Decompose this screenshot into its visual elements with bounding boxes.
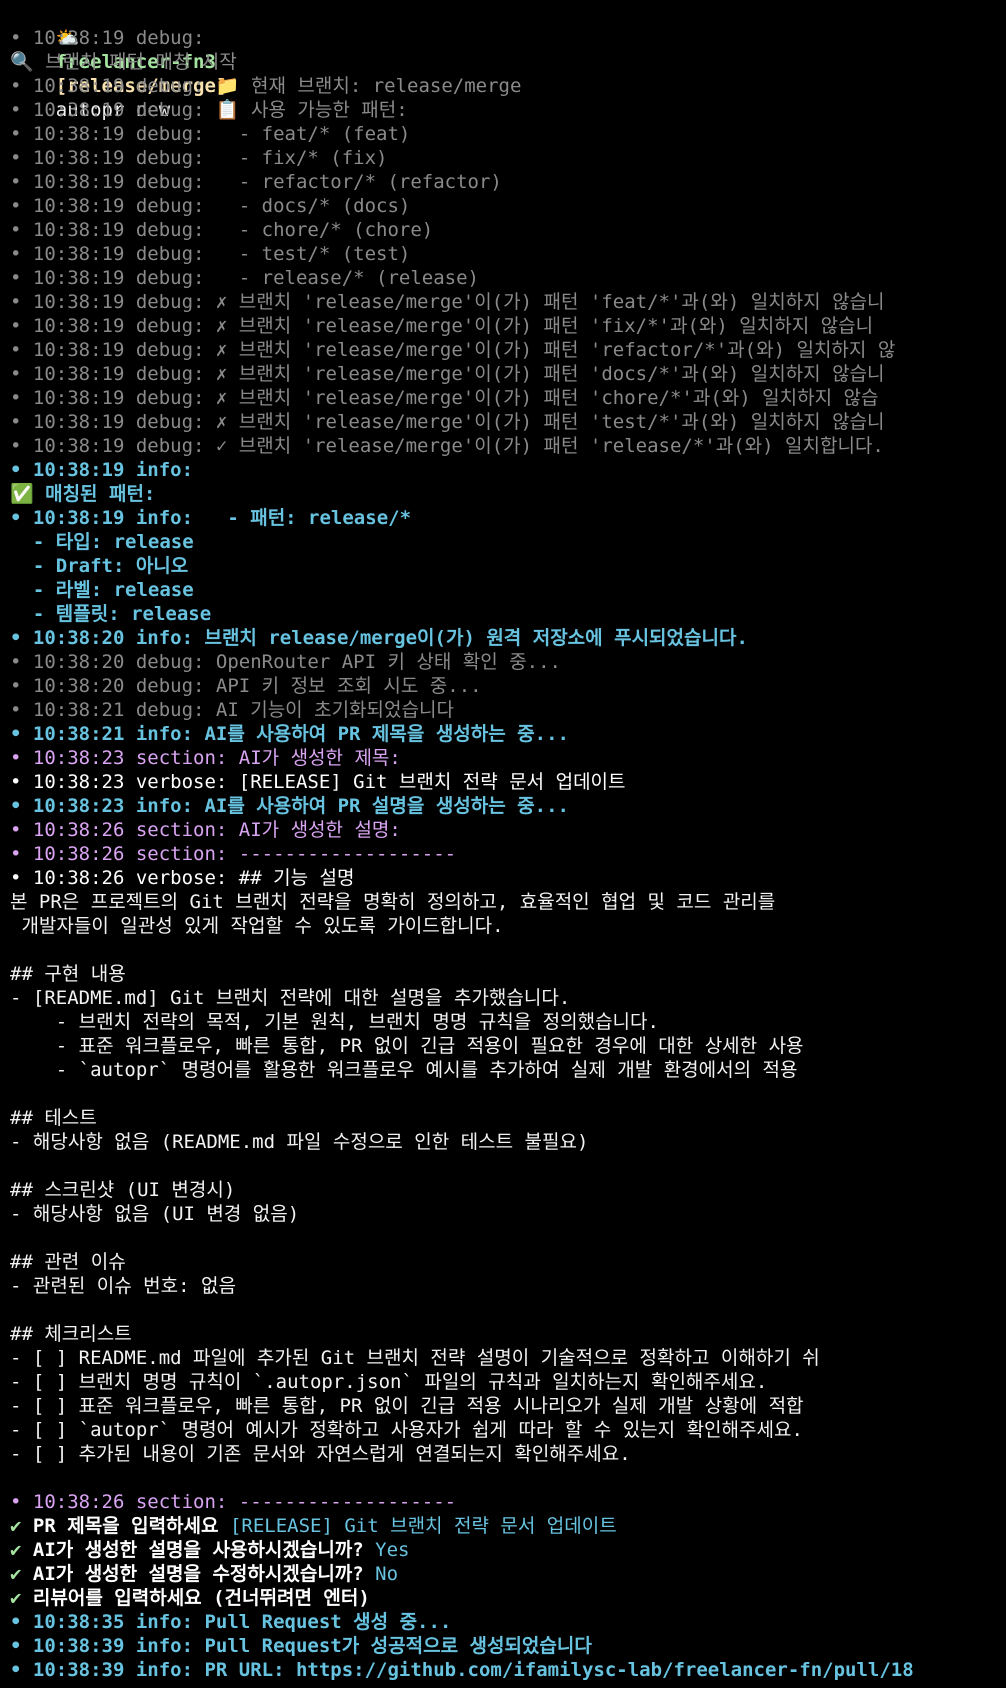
log-line: • 10:38:19 debug: - chore/* (chore) <box>10 219 434 241</box>
log-line: • 10:38:19 debug: ✗ 브랜치 'release/merge'이… <box>10 291 885 313</box>
terminal-window[interactable]: ⛅ freelancer-fn3 [release/merge] autopr … <box>0 0 1006 1688</box>
log-line: - [ ] 추가된 내용이 기존 문서와 자연스럽게 연결되는지 확인해주세요. <box>10 1443 631 1465</box>
log-line: • 10:38:19 info: <box>10 459 194 481</box>
log-line: • 10:38:19 debug: ✗ 브랜치 'release/merge'이… <box>10 339 896 361</box>
log-line: - 관련된 이슈 번호: 없음 <box>10 1275 236 1297</box>
log-line: - [ ] 표준 워크플로우, 빠른 통합, PR 없이 긴급 적용 시나리오가… <box>10 1395 804 1417</box>
log-line: • 10:38:19 debug: - docs/* (docs) <box>10 195 411 217</box>
log-line: - 표준 워크플로우, 빠른 통합, PR 없이 긴급 적용이 필요한 경우에 … <box>10 1035 804 1057</box>
log-line: • 10:38:26 section: ------------------- <box>10 843 457 865</box>
log-line: - [README.md] Git 브랜치 전략에 대한 설명을 추가했습니다. <box>10 987 571 1009</box>
log-line: 🔍 브랜치 패턴 매칭 시작 <box>10 51 237 73</box>
log-line: ## 스크린샷 (UI 변경시) <box>10 1179 236 1201</box>
result-line: • 10:38:35 info: Pull Request 생성 중... <box>10 1611 452 1633</box>
log-line: • 10:38:19 debug: - release/* (release) <box>10 267 479 289</box>
log-line: • 10:38:20 info: 브랜치 release/merge이(가) 원… <box>10 627 748 649</box>
log-line: • 10:38:26 verbose: ## 기능 설명 <box>10 867 355 889</box>
log-line: - 해당사항 없음 (README.md 파일 수정으로 인한 테스트 불필요) <box>10 1131 589 1153</box>
log-line: • 10:38:19 debug: - refactor/* (refactor… <box>10 171 502 193</box>
check-icon: ✔ <box>10 1515 22 1537</box>
prompt-answer-line: ✔ AI가 생성한 설명을 수정하시겠습니까? No <box>10 1562 1006 1586</box>
log-line: • 10:38:20 debug: OpenRouter API 키 상태 확인… <box>10 651 561 673</box>
log-line: • 10:38:19 info: - 패턴: release/* <box>10 507 412 529</box>
log-line: • 10:38:23 info: AI를 사용하여 PR 설명을 생성하는 중.… <box>10 795 569 817</box>
prompt-answer-line: ✔ AI가 생성한 설명을 사용하시겠습니까? Yes <box>10 1538 1006 1562</box>
result-line: • 10:38:39 info: PR URL: https://github.… <box>10 1659 914 1681</box>
log-line: • 10:38:19 debug: ✓ 브랜치 'release/merge'이… <box>10 435 884 457</box>
log-line: - 브랜치 전략의 목적, 기본 원칙, 브랜치 명명 규칙을 정의했습니다. <box>10 1011 659 1033</box>
interactive-prompts: ✔ PR 제목을 입력하세요 [RELEASE] Git 브랜치 전략 문서 업… <box>10 1514 1006 1610</box>
prompt-question: PR 제목을 입력하세요 <box>21 1515 230 1537</box>
prompt-question: 리뷰어를 입력하세요 (건너뛰려면 엔터) <box>21 1587 382 1609</box>
log-line: • 10:38:20 debug: API 키 정보 조회 시도 중... <box>10 675 482 697</box>
log-line: 개발자들이 일관성 있게 작업할 수 있도록 가이드합니다. <box>10 915 504 937</box>
check-icon: ✔ <box>10 1563 22 1585</box>
log-line: 본 PR은 프로젝트의 Git 브랜치 전략을 명확히 정의하고, 효율적인 협… <box>10 891 776 913</box>
log-line: • 10:38:23 verbose: [RELEASE] Git 브랜치 전략… <box>10 771 626 793</box>
prompt-answer: Yes <box>375 1539 410 1561</box>
log-line: • 10:38:19 debug: - feat/* (feat) <box>10 123 411 145</box>
log-line: • 10:38:19 debug: - test/* (test) <box>10 243 411 265</box>
log-output: • 10:38:19 debug: 🔍 브랜치 패턴 매칭 시작 • 10:38:1… <box>10 26 1006 1514</box>
prompt-answer: No <box>375 1563 399 1585</box>
log-line: • 10:38:21 debug: AI 기능이 초기화되었습니다 <box>10 699 454 721</box>
check-icon: ✔ <box>10 1587 22 1609</box>
log-line: - 템플릿: release <box>10 603 212 625</box>
log-line: - [ ] `autopr` 명령어 예시가 정확하고 사용자가 쉽게 따라 할… <box>10 1419 803 1441</box>
log-line: - [ ] 브랜치 명명 규칙이 `.autopr.json` 파일의 규칙과 … <box>10 1371 768 1393</box>
check-icon: ✔ <box>10 1539 22 1561</box>
log-line: • 10:38:23 section: AI가 생성한 제목: <box>10 747 401 769</box>
result-output: • 10:38:35 info: Pull Request 생성 중... • 1… <box>10 1610 1006 1682</box>
prompt-answer-line: ✔ PR 제목을 입력하세요 [RELEASE] Git 브랜치 전략 문서 업… <box>10 1514 1006 1538</box>
prompt-answer: [RELEASE] Git 브랜치 전략 문서 업데이트 <box>229 1515 617 1537</box>
log-line: - 라벨: release <box>10 579 194 601</box>
log-line: ## 테스트 <box>10 1107 97 1129</box>
log-line: • 10:38:19 debug: ✗ 브랜치 'release/merge'이… <box>10 363 885 385</box>
prompt-question: AI가 생성한 설명을 수정하시겠습니까? <box>21 1563 376 1585</box>
log-line: • 10:38:26 section: AI가 생성한 설명: <box>10 819 401 841</box>
log-line: • 10:38:19 debug: ✗ 브랜치 'release/merge'이… <box>10 387 879 409</box>
log-line: • 10:38:19 debug: 📋 사용 가능한 패턴: <box>10 99 408 121</box>
log-line: ✅ 매칭된 패턴: <box>10 483 156 505</box>
log-line: ## 구현 내용 <box>10 963 126 985</box>
prompt-answer-line: ✔ 리뷰어를 입력하세요 (건너뛰려면 엔터) <box>10 1586 1006 1610</box>
log-line: ## 관련 이슈 <box>10 1251 126 1273</box>
log-line: • 10:38:19 debug: ✗ 브랜치 'release/merge'이… <box>10 411 885 433</box>
log-line: - 타입: release <box>10 531 194 553</box>
log-line: - 해당사항 없음 (UI 변경 없음) <box>10 1203 300 1225</box>
log-line: • 10:38:19 debug: <box>10 27 205 49</box>
log-line: • 10:38:21 info: AI를 사용하여 PR 제목을 생성하는 중.… <box>10 723 569 745</box>
shell-prompt-line: ⛅ freelancer-fn3 [release/merge] autopr … <box>10 2 1006 121</box>
prompt-question: AI가 생성한 설명을 사용하시겠습니까? <box>21 1539 376 1561</box>
log-line: • 10:38:19 debug: - fix/* (fix) <box>10 147 388 169</box>
log-line: • 10:38:19 debug: 📁 현재 브랜치: release/merg… <box>10 75 522 97</box>
log-line: • 10:38:19 debug: ✗ 브랜치 'release/merge'이… <box>10 315 874 337</box>
log-line: - [ ] README.md 파일에 추가된 Git 브랜치 전략 설명이 기… <box>10 1347 820 1369</box>
log-line: ## 체크리스트 <box>10 1323 132 1345</box>
log-line: • 10:38:26 section: ------------------- <box>10 1491 457 1513</box>
log-line: - `autopr` 명령어를 활용한 워크플로우 예시를 추가하여 실제 개발… <box>10 1059 798 1081</box>
result-line: • 10:38:39 info: Pull Request가 성공적으로 생성되… <box>10 1635 592 1657</box>
log-line: - Draft: 아니오 <box>10 555 189 577</box>
